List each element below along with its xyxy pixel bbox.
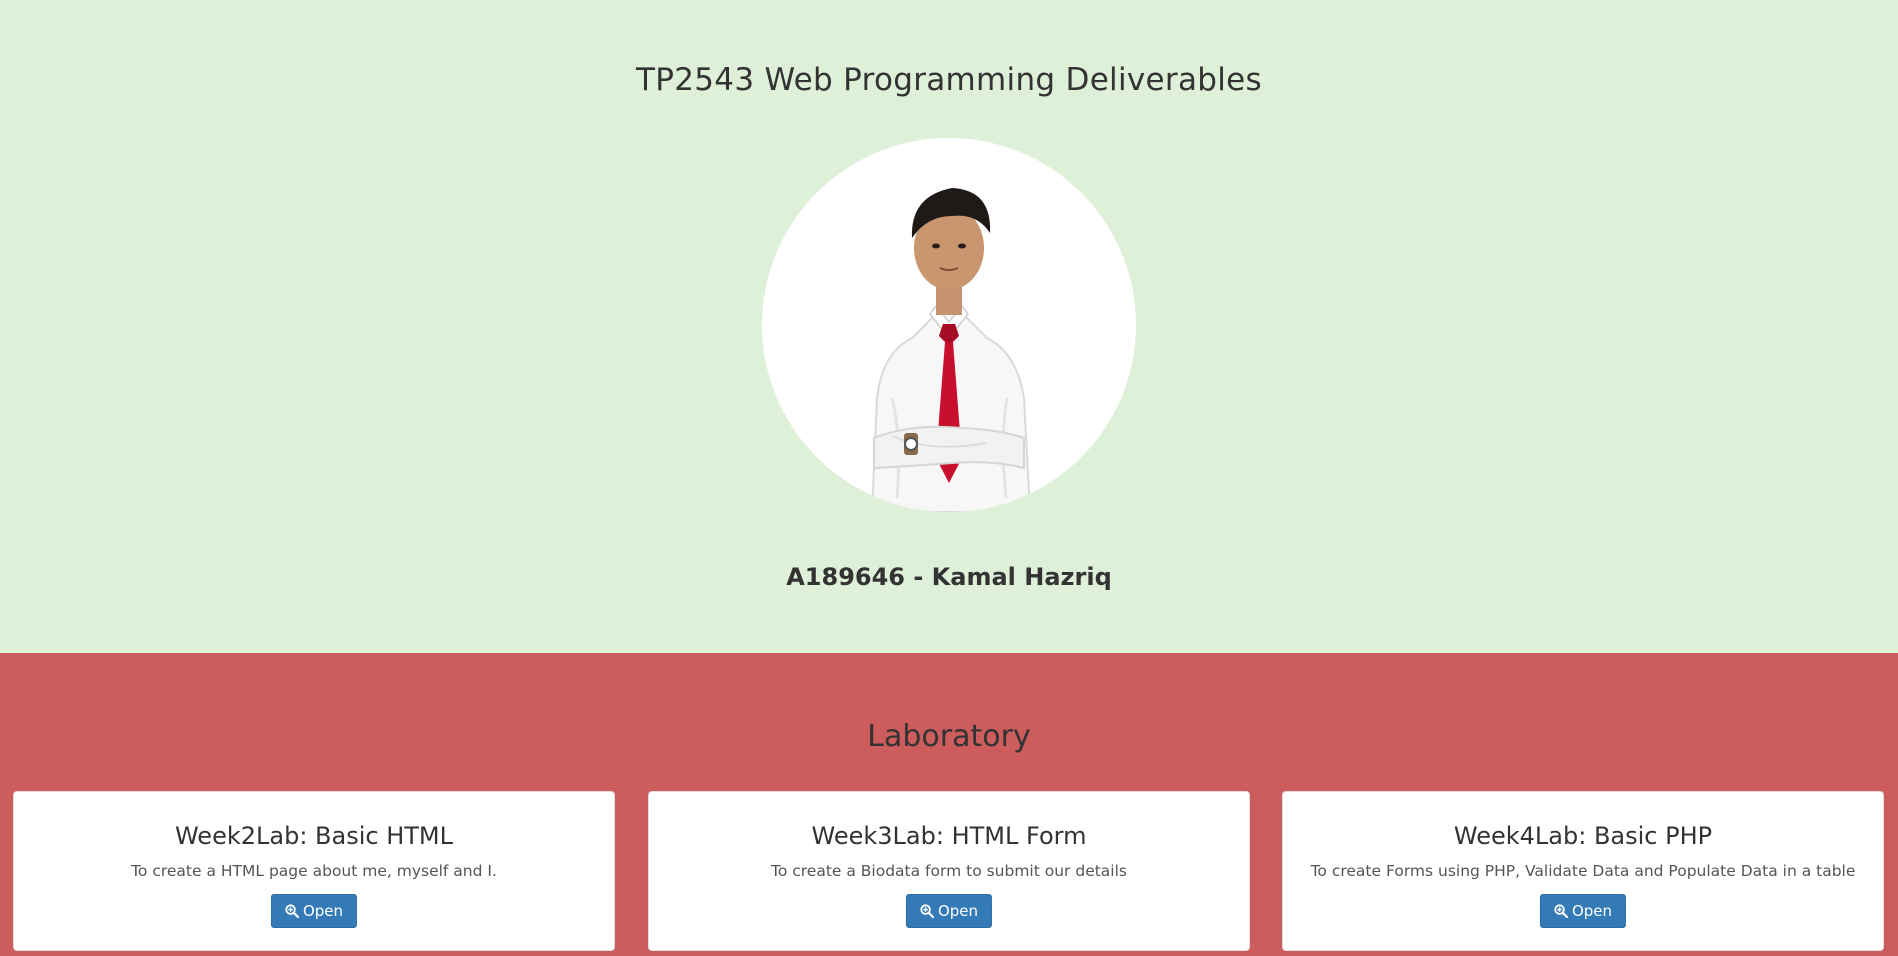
open-button-label: Open <box>937 902 979 920</box>
card-title: Week3Lab: HTML Form <box>811 822 1087 850</box>
zoom-in-icon <box>1554 904 1568 918</box>
lab-card-week4: Week4Lab: Basic PHP To create Forms usin… <box>1282 791 1884 951</box>
page-title: TP2543 Web Programming Deliverables <box>636 62 1262 98</box>
card-description: To create Forms using PHP, Validate Data… <box>1310 862 1856 880</box>
open-button-week2[interactable]: Open <box>270 894 358 928</box>
profile-photo <box>762 138 1136 512</box>
laboratory-heading: Laboratory <box>867 719 1031 754</box>
open-button-label: Open <box>302 902 344 920</box>
open-button-week4[interactable]: Open <box>1539 894 1627 928</box>
card-title: Week2Lab: Basic HTML <box>174 822 453 850</box>
profile-photo-illustration <box>870 188 1032 512</box>
laboratory-section: Laboratory Week2Lab: Basic HTML To creat… <box>0 653 1898 956</box>
lab-card-week3: Week3Lab: HTML Form To create a Biodata … <box>648 791 1250 951</box>
card-description: To create a HTML page about me, myself a… <box>131 862 497 880</box>
zoom-in-icon <box>285 904 299 918</box>
open-button-label: Open <box>1571 902 1613 920</box>
student-id-name: A189646 - Kamal Hazriq <box>786 563 1112 591</box>
card-title: Week4Lab: Basic PHP <box>1453 822 1713 850</box>
open-button-week3[interactable]: Open <box>905 894 993 928</box>
zoom-in-icon <box>920 904 934 918</box>
lab-card-week2: Week2Lab: Basic HTML To create a HTML pa… <box>13 791 615 951</box>
card-description: To create a Biodata form to submit our d… <box>770 862 1127 880</box>
hero-section: TP2543 Web Programming Deliverables A189… <box>0 0 1898 653</box>
